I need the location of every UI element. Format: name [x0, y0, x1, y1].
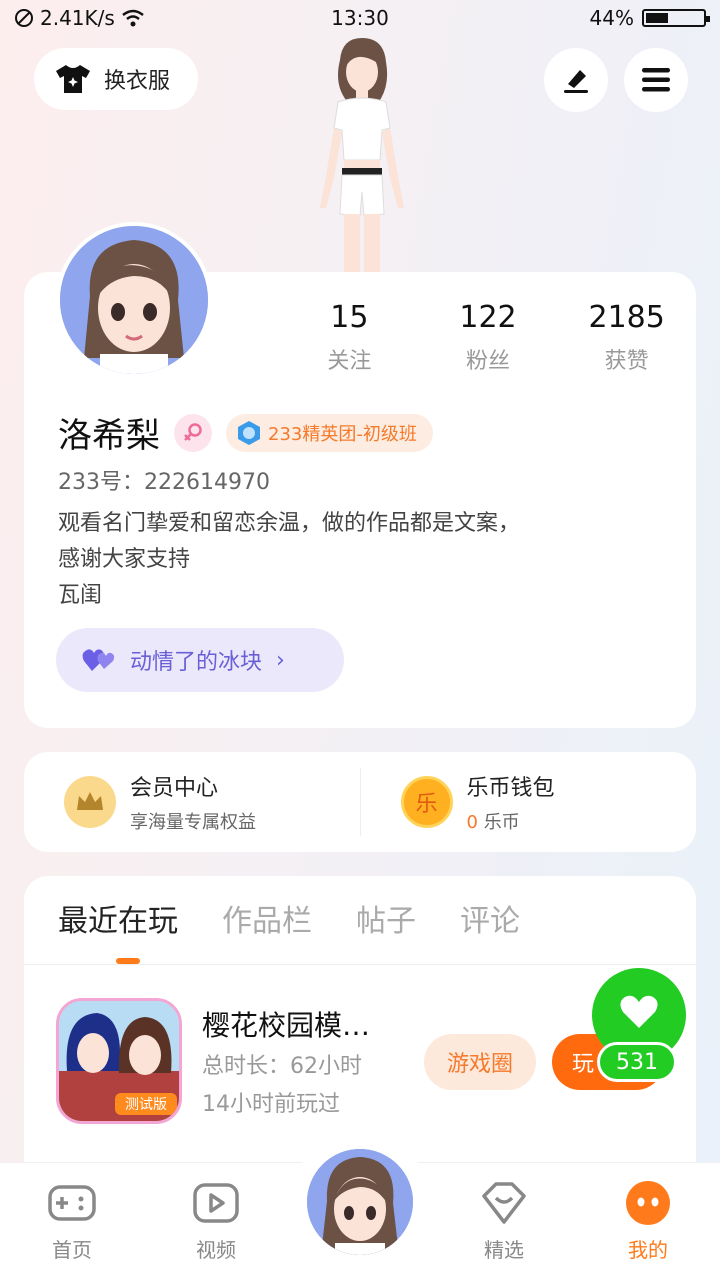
- name-row: 洛希梨 233精英团-初级班: [58, 408, 433, 457]
- stat-following-label: 关注: [327, 349, 372, 374]
- stat-following-value: 15: [330, 300, 369, 335]
- change-outfit-label: 换衣服: [104, 69, 171, 94]
- female-gender-icon: [174, 413, 212, 452]
- tab-recent-played[interactable]: 最近在玩: [58, 896, 178, 940]
- level-badge[interactable]: 233精英团-初级班: [226, 413, 433, 452]
- coin-glyph: 乐: [415, 792, 438, 817]
- edit-profile-button[interactable]: [544, 48, 608, 112]
- menu-icon: [642, 68, 670, 92]
- heart-box-icon: [454, 1180, 554, 1226]
- stat-likes-label: 获赞: [604, 349, 649, 374]
- video-play-icon: [166, 1180, 266, 1226]
- status-right: 44%: [589, 6, 710, 30]
- stat-fans-label: 粉丝: [466, 349, 511, 374]
- mood-label: 动情了的冰块: [130, 650, 263, 675]
- nav-video-label: 视频: [196, 1238, 236, 1262]
- game-title: 樱花校园模…: [202, 1009, 371, 1042]
- game-meta: 总时长：62小时 14小时前玩过: [202, 1048, 362, 1124]
- like-count-badge: 531: [597, 1042, 677, 1082]
- nav-mine[interactable]: 我的: [598, 1180, 698, 1263]
- recent-game-row[interactable]: 测试版 樱花校园模… 总时长：62小时 14小时前玩过 游戏圈 玩: [56, 998, 676, 1124]
- user-id: 233号：222614970: [58, 470, 270, 495]
- battery-tip: [706, 16, 710, 22]
- avatar-3d-figure[interactable]: [300, 36, 424, 272]
- level-medal-icon: [238, 420, 260, 445]
- nav-home-label: 首页: [52, 1238, 92, 1262]
- profile-bio: 观看名门挚爱和留恋余温，做的作品都是文案， 感谢大家支持 瓦闺: [58, 506, 668, 614]
- battery-fill: [646, 13, 669, 23]
- game-circle-button[interactable]: 游戏圈: [424, 1034, 536, 1090]
- game-icon[interactable]: 测试版: [56, 998, 182, 1124]
- nav-featured-label: 精选: [484, 1238, 524, 1262]
- coin-wallet-entry[interactable]: 乐 乐币钱包 0 乐币: [361, 770, 697, 834]
- coin-count: 0: [466, 812, 478, 833]
- profile-stats: 15 关注 122 粉丝 2185 获赞: [280, 300, 696, 375]
- game-last-played: 14小时前玩过: [202, 1092, 340, 1117]
- level-badge-label: 233精英团-初级班: [268, 423, 417, 445]
- stat-fans-value: 122: [459, 300, 517, 335]
- mood-status-button[interactable]: 动情了的冰块 ›: [56, 628, 344, 692]
- profile-avatar[interactable]: [56, 222, 212, 378]
- game-cover-art: 测试版: [59, 1001, 179, 1121]
- battery-percent: 44%: [589, 6, 634, 30]
- change-outfit-button[interactable]: 换衣服: [34, 48, 198, 110]
- nav-center-avatar[interactable]: [304, 1146, 416, 1258]
- stat-likes-value: 2185: [588, 300, 665, 335]
- heart-icon: [620, 995, 658, 1028]
- profile-face-icon: [598, 1180, 698, 1226]
- avatar-face: [60, 226, 208, 374]
- bio-line: 瓦闺: [58, 583, 103, 608]
- coin-wallet-subtitle: 0 乐币: [467, 808, 555, 834]
- bio-line: 观看名门挚爱和留恋余温，做的作品都是文案，: [58, 511, 521, 536]
- coin-unit: 乐币: [483, 812, 520, 833]
- nav-avatar-face: [307, 1149, 413, 1255]
- profile-name: 洛希梨: [58, 416, 160, 456]
- chevron-right-icon: ›: [276, 647, 285, 673]
- lebi-coin-icon: 乐: [400, 776, 453, 828]
- gamepad-icon: [22, 1180, 122, 1226]
- tab-works[interactable]: 作品栏: [222, 896, 312, 940]
- member-center-title: 会员中心: [130, 776, 219, 801]
- nav-mine-label: 我的: [628, 1238, 668, 1262]
- tab-posts[interactable]: 帖子: [356, 896, 416, 940]
- purple-hearts-icon: [82, 649, 115, 671]
- tab-divider: [24, 964, 696, 965]
- tab-comments[interactable]: 评论: [460, 896, 520, 940]
- content-tabs: 最近在玩 作品栏 帖子 评论: [58, 896, 520, 940]
- tshirt-icon: [56, 65, 90, 93]
- nav-featured[interactable]: 精选: [454, 1180, 554, 1263]
- status-bar: 2.41K/s 13:30 44%: [0, 0, 720, 36]
- crown-icon: [64, 776, 116, 828]
- stat-likes[interactable]: 2185 获赞: [557, 300, 696, 375]
- game-icon-label: 测试版: [125, 1097, 167, 1113]
- stat-fans[interactable]: 122 粉丝: [419, 300, 558, 375]
- pen-icon: [564, 70, 588, 93]
- nav-video[interactable]: 视频: [166, 1180, 266, 1263]
- member-center-entry[interactable]: 会员中心 享海量专属权益: [24, 770, 360, 834]
- stat-following[interactable]: 15 关注: [280, 300, 419, 375]
- member-center-subtitle: 享海量专属权益: [130, 812, 256, 833]
- game-total-time: 总时长：62小时: [202, 1054, 362, 1079]
- battery-icon: [642, 9, 710, 27]
- wallet-card: 会员中心 享海量专属权益 乐 乐币钱包 0 乐币: [24, 752, 696, 852]
- nav-home[interactable]: 首页: [22, 1180, 122, 1263]
- menu-button[interactable]: [624, 48, 688, 112]
- bio-line: 感谢大家支持: [58, 547, 191, 572]
- coin-wallet-title: 乐币钱包: [466, 776, 555, 801]
